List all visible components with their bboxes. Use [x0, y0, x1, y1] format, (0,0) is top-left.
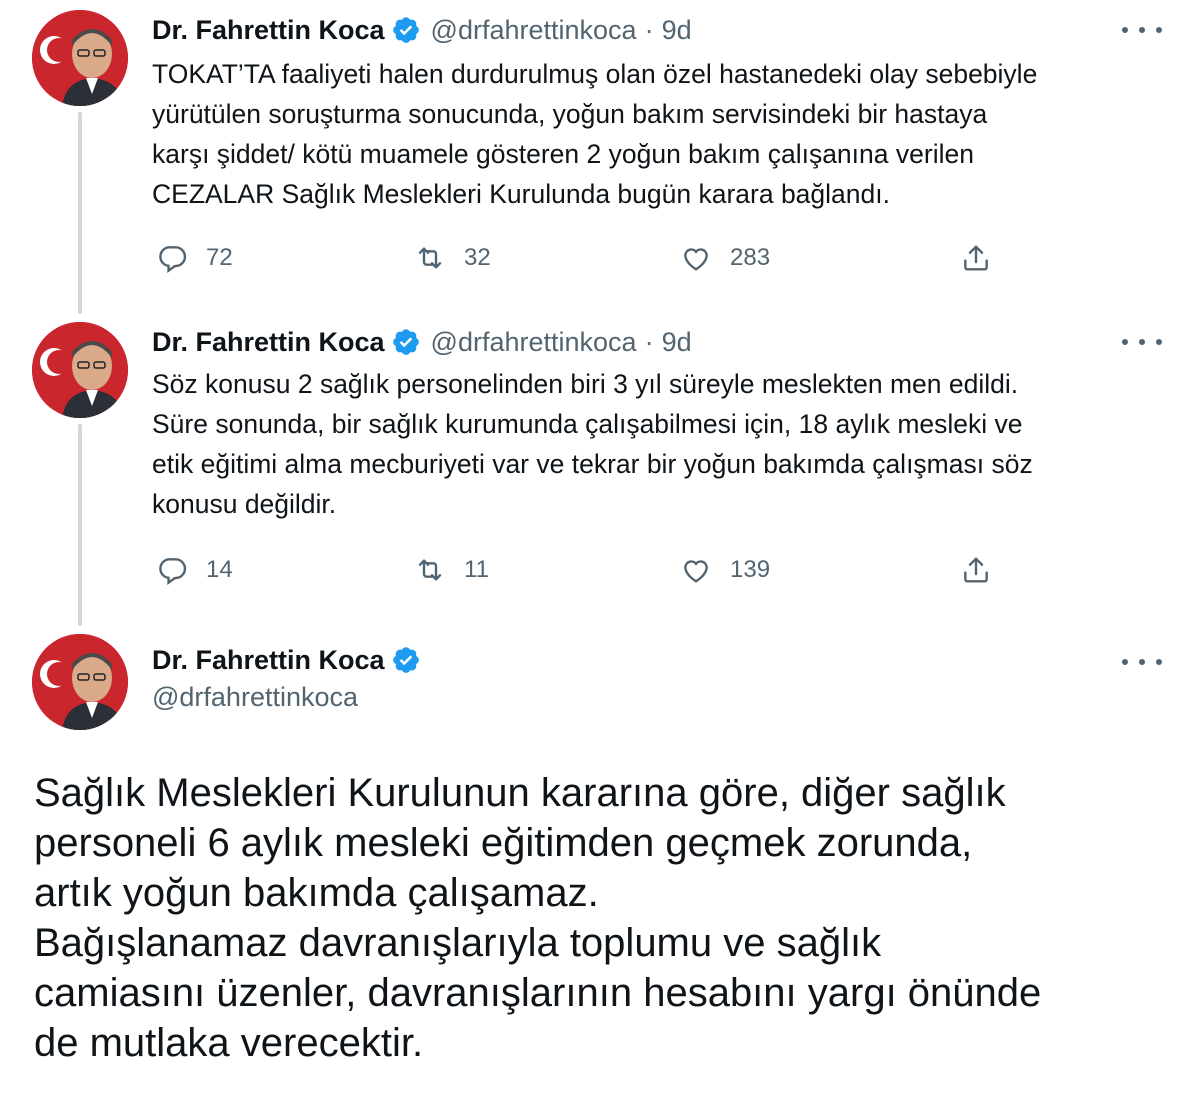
reply-count: 14	[206, 556, 233, 583]
separator-dot: ·	[644, 326, 654, 357]
share-button[interactable]	[960, 238, 992, 278]
avatar[interactable]	[32, 10, 128, 106]
reply-button[interactable]: 14	[156, 550, 233, 590]
tweet-header: Dr. Fahrettin Koca	[152, 642, 421, 678]
like-button[interactable]: 139	[680, 550, 770, 590]
avatar[interactable]	[32, 322, 128, 418]
share-button[interactable]	[960, 550, 992, 590]
tweet-text: TOKAT’TA faaliyeti halen durdurulmuş ola…	[152, 59, 1038, 209]
thread-line	[78, 424, 82, 626]
retweet-icon	[414, 554, 446, 586]
share-icon	[960, 242, 992, 274]
reply-count: 72	[206, 244, 233, 271]
separator-dot: ·	[644, 14, 654, 45]
reply-icon	[156, 242, 188, 274]
tweet-actions: 14 11 139	[152, 550, 1012, 590]
avatar[interactable]	[32, 634, 128, 730]
verified-badge-icon	[391, 645, 421, 675]
author-handle[interactable]: @drfahrettinkoca	[431, 327, 637, 358]
share-icon	[960, 554, 992, 586]
tweet-header: Dr. Fahrettin Koca @drfahrettinkoca · 9d	[152, 324, 692, 360]
author-handle[interactable]: @drfahrettinkoca	[431, 15, 637, 46]
author-name[interactable]: Dr. Fahrettin Koca	[152, 15, 385, 46]
thread-line	[78, 112, 82, 314]
retweet-icon	[414, 242, 446, 274]
tweet-timestamp[interactable]: 9d	[662, 327, 692, 358]
main-tweet-text: Sağlık Meslekleri Kurulunun kararına gör…	[34, 771, 1042, 1065]
reply-button[interactable]: 72	[156, 238, 233, 278]
retweet-count: 32	[464, 244, 491, 271]
like-button[interactable]: 283	[680, 238, 770, 278]
retweet-button[interactable]: 11	[414, 550, 489, 590]
heart-icon	[680, 242, 712, 274]
tweet-header: Dr. Fahrettin Koca @drfahrettinkoca · 9d	[152, 12, 692, 48]
reply-icon	[156, 554, 188, 586]
author-name[interactable]: Dr. Fahrettin Koca	[152, 327, 385, 358]
verified-badge-icon	[391, 15, 421, 45]
retweet-button[interactable]: 32	[414, 238, 491, 278]
more-icon[interactable]	[1122, 332, 1162, 352]
more-icon[interactable]	[1122, 652, 1162, 672]
author-name[interactable]: Dr. Fahrettin Koca	[152, 645, 385, 676]
retweet-count: 11	[464, 556, 489, 583]
more-icon[interactable]	[1122, 20, 1162, 40]
tweet-text: Söz konusu 2 sağlık personelinden biri 3…	[152, 369, 1033, 519]
author-handle[interactable]: @drfahrettinkoca	[152, 682, 358, 713]
like-count: 283	[730, 244, 771, 271]
like-count: 139	[730, 556, 771, 583]
verified-badge-icon	[391, 327, 421, 357]
tweet-timestamp[interactable]: 9d	[662, 15, 692, 46]
tweet-actions: 72 32 283	[152, 238, 1012, 278]
heart-icon	[680, 554, 712, 586]
